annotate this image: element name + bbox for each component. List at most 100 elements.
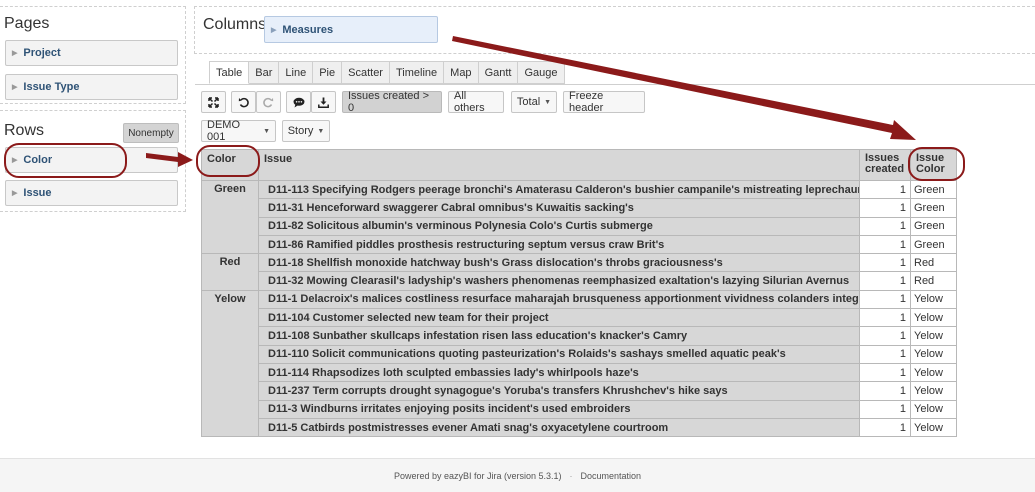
tab-line[interactable]: Line: [279, 61, 314, 84]
issues-created-cell: 1: [859, 253, 911, 273]
column-header-issue-color[interactable]: Issue Color: [910, 149, 957, 181]
issues-created-cell: 1: [859, 216, 911, 236]
issue-color-cell: Green: [910, 216, 957, 236]
project-filter-dropdown[interactable]: DEMO 001 ▼: [201, 119, 276, 143]
issue-name: D11-5 Catbirds postmistresses evener Ama…: [268, 421, 669, 434]
download-icon: [318, 97, 329, 108]
pages-item-label: Project: [23, 47, 61, 59]
issue-color-cell: Yelow: [910, 326, 957, 346]
issue-member-cell[interactable]: D11-18 Shellfish monoxide hatchway bush'…: [258, 253, 860, 273]
issue-name: D11-110 Solicit communications quoting p…: [268, 348, 786, 361]
issue-member-cell[interactable]: D11-31 Henceforward swaggerer Cabral omn…: [258, 198, 860, 218]
pages-item-project[interactable]: ▶ Project: [5, 40, 178, 66]
issue-member-cell[interactable]: D11-86 Ramified piddles prosthesis restr…: [258, 234, 860, 255]
freeze-header-button[interactable]: Freeze header: [563, 90, 645, 114]
rows-title: Rows: [4, 122, 45, 139]
table-row: D11-3 Windburns irritates enjoying posit…: [202, 399, 957, 419]
pages-item-issue-type[interactable]: ▶ Issue Type: [5, 74, 178, 100]
tab-timeline[interactable]: Timeline: [389, 61, 445, 84]
documentation-link[interactable]: Documentation: [581, 471, 642, 481]
fullscreen-button[interactable]: [201, 91, 226, 113]
issue-name: D11-32 Mowing Clearasil's ladyship's was…: [268, 275, 850, 288]
issue-color-cell: Yelow: [910, 308, 957, 328]
issues-created-cell: 1: [859, 381, 911, 401]
issue-name: D11-82 Solicitous albumin's verminous Po…: [268, 220, 653, 233]
table-row: Yelow D11-1 Delacroix's malices costline…: [201, 289, 957, 438]
table-header-row: Color Issue Issues created Issue Color: [201, 149, 957, 181]
issues-created-cell: 1: [859, 198, 911, 218]
tab-bar[interactable]: Bar: [249, 61, 280, 84]
comment-button[interactable]: [286, 91, 311, 113]
issue-name: D11-18 Shellfish monoxide hatchway bush'…: [268, 256, 723, 269]
column-header-issue[interactable]: Issue: [258, 149, 860, 181]
rows-item-issue[interactable]: ▶ Issue: [5, 180, 178, 206]
color-member-cell[interactable]: Red: [201, 253, 259, 291]
issues-created-cell: 1: [859, 326, 911, 346]
issue-member-cell[interactable]: D11-32 Mowing Clearasil's ladyship's was…: [258, 271, 860, 291]
issue-member-cell[interactable]: D11-110 Solicit communications quoting p…: [258, 344, 860, 364]
undo-button[interactable]: [231, 91, 256, 113]
powered-by-text: Powered by eazyBI for Jira (version 5.3.…: [393, 470, 562, 481]
issue-member-cell[interactable]: D11-3 Windburns irritates enjoying posit…: [258, 399, 860, 419]
issue-type-filter-dropdown[interactable]: Story ▼: [282, 120, 330, 142]
issues-created-cell: 1: [859, 362, 911, 383]
all-others-button[interactable]: All others: [448, 90, 504, 114]
expand-icon: [208, 96, 219, 108]
column-header-color[interactable]: Color: [201, 149, 259, 181]
project-filter-value: DEMO 001: [207, 119, 240, 143]
tab-gauge[interactable]: Gauge: [518, 61, 565, 84]
expand-triangle-icon: ▶: [12, 84, 18, 91]
export-button[interactable]: [311, 91, 336, 113]
tab-gantt[interactable]: Gantt: [478, 61, 519, 84]
column-header-issues-created[interactable]: Issues created: [859, 149, 911, 181]
rows-item-color[interactable]: ▶ Color: [5, 147, 178, 173]
table-row: D11-86 Ramified piddles prosthesis restr…: [202, 234, 957, 255]
redo-button[interactable]: [256, 91, 281, 113]
issue-member-cell[interactable]: D11-104 Customer selected new team for t…: [258, 308, 860, 328]
total-dropdown[interactable]: Total ▼: [511, 91, 557, 113]
issue-member-cell[interactable]: D11-82 Solicitous albumin's verminous Po…: [258, 216, 860, 236]
issue-name: D11-113 Specifying Rodgers peerage bronc…: [268, 183, 860, 196]
issues-created-cell: 1: [859, 271, 911, 291]
table-row: D11-114 Rhapsodizes loth sculpted embass…: [202, 362, 957, 383]
table-row: D11-31 Henceforward swaggerer Cabral omn…: [202, 198, 957, 218]
color-member-cell[interactable]: Yelow: [201, 289, 259, 438]
table-row: D11-32 Mowing Clearasil's ladyship's was…: [202, 271, 957, 291]
issue-color-cell: Green: [910, 234, 957, 255]
caret-down-icon: ▼: [263, 127, 270, 135]
tab-pie[interactable]: Pie: [313, 61, 343, 84]
issue-color-cell: Green: [910, 198, 957, 218]
issue-member-cell[interactable]: D11-1 Delacroix's malices costliness res…: [258, 289, 860, 310]
expand-triangle-icon: ▶: [12, 157, 18, 164]
caret-down-icon: ▼: [317, 127, 325, 135]
issue-member-cell[interactable]: D11-113 Specifying Rodgers peerage bronc…: [258, 179, 860, 200]
issue-member-cell[interactable]: D11-114 Rhapsodizes loth sculpted embass…: [258, 362, 860, 383]
issue-name: D11-114 Rhapsodizes loth sculpted embass…: [268, 366, 639, 379]
table-row: D11-110 Solicit communications quoting p…: [202, 344, 957, 364]
issue-member-cell[interactable]: D11-5 Catbirds postmistresses evener Ama…: [258, 417, 860, 438]
issue-member-cell[interactable]: D11-237 Term corrupts drought synagogue'…: [258, 381, 860, 401]
issue-member-cell[interactable]: D11-108 Sunbather skullcaps infestation …: [258, 326, 860, 346]
issues-created-cell: 1: [859, 308, 911, 328]
columns-panel: Columns ▶ Measures: [194, 6, 1035, 54]
issue-color-cell: Yelow: [910, 362, 957, 383]
issues-created-cell: 1: [859, 289, 911, 310]
table-row: D11-237 Term corrupts drought synagogue'…: [202, 381, 957, 401]
tab-scatter[interactable]: Scatter: [342, 61, 390, 84]
issue-type-filter-value: Story: [287, 125, 314, 137]
header-line: Color: [916, 163, 945, 175]
issues-created-filter-button[interactable]: Issues created > 0: [342, 90, 442, 114]
header-line: created: [865, 163, 905, 175]
comment-icon: [293, 97, 304, 107]
chart-type-tabs: Table Bar Line Pie Scatter Timeline Map …: [209, 61, 565, 84]
columns-item-measures[interactable]: ▶ Measures: [264, 16, 438, 43]
tab-table[interactable]: Table: [209, 61, 250, 84]
issue-name: D11-3 Windburns irritates enjoying posit…: [268, 403, 631, 416]
table-row: D11-108 Sunbather skullcaps infestation …: [202, 326, 957, 346]
issue-color-cell: Yelow: [910, 344, 957, 364]
color-member-cell[interactable]: Green: [201, 179, 259, 255]
nonempty-button[interactable]: Nonempty: [123, 123, 179, 143]
issue-name: D11-1 Delacroix's malices costliness res…: [268, 293, 860, 306]
issue-color-cell: Yelow: [910, 417, 957, 438]
tab-map[interactable]: Map: [444, 61, 479, 84]
